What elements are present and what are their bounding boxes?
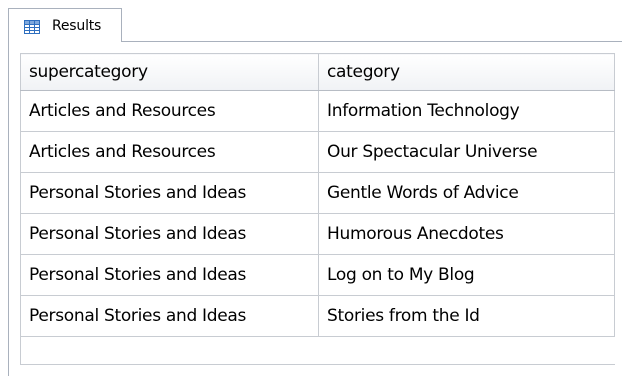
cell-supercategory[interactable]: Articles and Resources xyxy=(20,90,319,132)
cell-category[interactable]: Stories from the Id xyxy=(318,295,615,337)
table-row: Personal Stories and Ideas Humorous Anec… xyxy=(20,213,615,255)
table-row: Personal Stories and Ideas Log on to My … xyxy=(20,254,615,296)
table-row: Articles and Resources Our Spectacular U… xyxy=(20,131,615,173)
cell-supercategory[interactable]: Personal Stories and Ideas xyxy=(20,295,319,337)
cell-category[interactable]: Log on to My Blog xyxy=(318,254,615,296)
table-row: Articles and Resources Information Techn… xyxy=(20,90,615,132)
cell-supercategory[interactable]: Personal Stories and Ideas xyxy=(20,254,319,296)
cell-supercategory[interactable]: Articles and Resources xyxy=(20,131,319,173)
table-row: Personal Stories and Ideas Stories from … xyxy=(20,295,615,337)
column-header-category[interactable]: category xyxy=(318,53,615,91)
tab-results[interactable]: Results xyxy=(8,8,122,42)
results-window: Results supercategory category Articles … xyxy=(0,0,622,376)
column-header-supercategory[interactable]: supercategory xyxy=(20,53,319,91)
table-row: Personal Stories and Ideas Gentle Words … xyxy=(20,172,615,214)
results-pane: supercategory category Articles and Reso… xyxy=(8,41,622,376)
cell-supercategory[interactable]: Personal Stories and Ideas xyxy=(20,172,319,214)
cell-category[interactable]: Gentle Words of Advice xyxy=(318,172,615,214)
cell-supercategory[interactable]: Personal Stories and Ideas xyxy=(20,213,319,255)
grid-icon xyxy=(24,19,40,34)
cell-category[interactable]: Humorous Anecdotes xyxy=(318,213,615,255)
tab-label: Results xyxy=(52,17,102,34)
results-grid: supercategory category Articles and Reso… xyxy=(20,53,615,337)
empty-grid-area xyxy=(20,337,615,365)
header-row: supercategory category xyxy=(20,53,615,91)
cell-category[interactable]: Our Spectacular Universe xyxy=(318,131,615,173)
cell-category[interactable]: Information Technology xyxy=(318,90,615,132)
